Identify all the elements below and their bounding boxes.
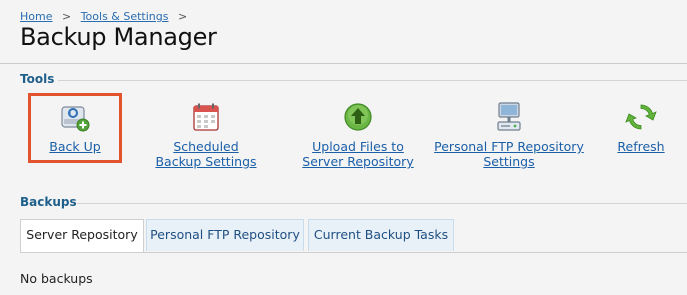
- no-backups-message: No backups: [20, 271, 93, 286]
- tab-current-backup-tasks[interactable]: Current Backup Tasks: [308, 219, 454, 251]
- tab-panel-border: [20, 252, 687, 253]
- refresh-label: Refresh: [617, 139, 665, 154]
- tab-personal-ftp-repository[interactable]: Personal FTP Repository: [146, 219, 304, 251]
- breadcrumb: Home > Tools & Settings >: [20, 10, 193, 23]
- refresh-button[interactable]: Refresh: [612, 101, 670, 154]
- calendar-icon: [193, 103, 219, 131]
- personal-ftp-repository-settings-button[interactable]: Personal FTP Repository Settings: [434, 101, 584, 169]
- backup-drive-icon: [61, 106, 90, 132]
- back-up-label: Back Up: [49, 139, 101, 154]
- scheduled-backup-settings-label: Scheduled Backup Settings: [155, 139, 257, 169]
- upload-icon: [344, 103, 372, 131]
- backups-section-divider: [77, 203, 687, 204]
- refresh-icon: [625, 104, 657, 130]
- ftp-repository-icon: [497, 102, 521, 131]
- backups-section-heading: Backups: [20, 195, 77, 209]
- scheduled-backup-settings-button[interactable]: Scheduled Backup Settings: [150, 101, 262, 169]
- upload-files-button[interactable]: Upload Files to Server Repository: [290, 101, 426, 169]
- upload-files-label: Upload Files to Server Repository: [302, 139, 414, 169]
- back-up-button[interactable]: Back Up: [30, 101, 120, 154]
- breadcrumb-tools-settings-link[interactable]: Tools & Settings: [81, 10, 169, 23]
- title-divider: [0, 63, 687, 64]
- breadcrumb-home-link[interactable]: Home: [20, 10, 52, 23]
- page-title: Backup Manager: [20, 23, 217, 51]
- tools-section-divider: [58, 80, 687, 81]
- breadcrumb-separator: >: [61, 10, 72, 23]
- tab-server-repository[interactable]: Server Repository: [20, 219, 144, 253]
- tools-section-heading: Tools: [20, 72, 55, 86]
- breadcrumb-separator-end: >: [178, 10, 188, 23]
- personal-ftp-repository-settings-label: Personal FTP Repository Settings: [434, 139, 584, 169]
